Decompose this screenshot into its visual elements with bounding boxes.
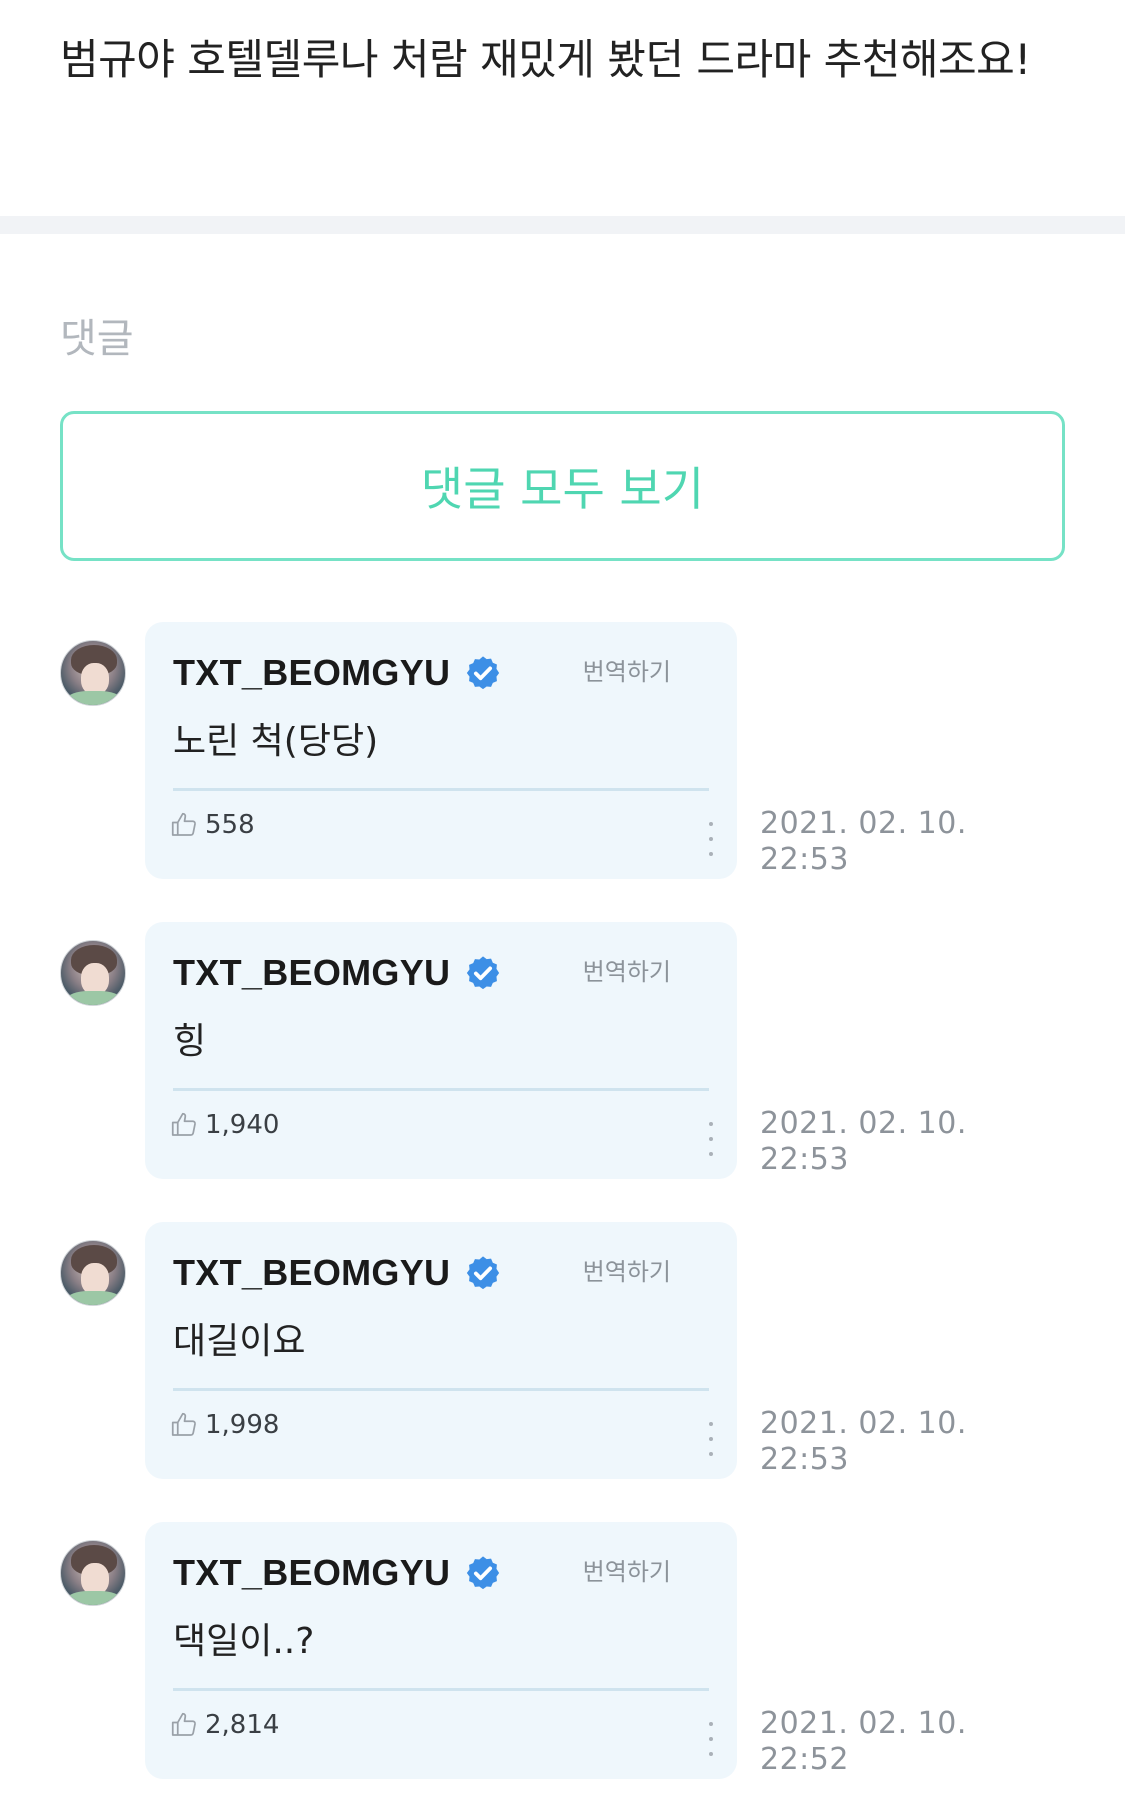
bubble-divider [173,1688,709,1691]
comment-text: 대길이요 [173,1321,306,1362]
comment-text: 댁일이..? [173,1621,315,1662]
section-divider [0,216,1125,234]
thumbs-up-icon [171,1112,196,1136]
view-all-comments-button[interactable]: 댓글 모두 보기 [60,411,1065,561]
like-count: 1,940 [205,1110,280,1140]
comment-timestamp: 2021. 02. 10. 22:53 [760,806,967,878]
comment-date: 2021. 02. 10. [760,1406,967,1441]
thumbs-up-icon [171,812,196,836]
comment-author[interactable]: TXT_BEOMGYU [173,952,502,994]
avatar[interactable] [60,940,126,1006]
thumbs-up-icon [171,1712,196,1736]
comment-author[interactable]: TXT_BEOMGYU [173,1252,502,1294]
comment-date: 2021. 02. 10. [760,1106,967,1141]
comment-timestamp: 2021. 02. 10. 22:52 [760,1706,967,1778]
bubble-divider [173,1088,709,1091]
comment-bubble: TXT_BEOMGYU 번역하기 노린 척(당당) 558 [145,622,737,879]
comments-heading: 댓글 [60,316,134,362]
comment-date: 2021. 02. 10. [760,806,967,841]
verified-badge-icon [467,1256,500,1290]
like-count: 1,998 [205,1410,280,1440]
comment-bubble: TXT_BEOMGYU 번역하기 댁일이..? 2,814 [145,1522,737,1779]
comment-time: 22:53 [760,1142,849,1177]
translate-button[interactable]: 번역하기 [583,1552,671,1587]
comment-time: 22:52 [760,1742,849,1777]
comment-author[interactable]: TXT_BEOMGYU [173,1552,502,1594]
comment-timestamp: 2021. 02. 10. 22:53 [760,1406,967,1478]
comment-text: 힝 [173,1021,207,1062]
bubble-divider [173,1388,709,1391]
like-count: 558 [205,810,255,840]
more-options-icon[interactable] [701,822,721,856]
comment-author[interactable]: TXT_BEOMGYU [173,652,502,694]
comment-time: 22:53 [760,1442,849,1477]
bubble-divider [173,788,709,791]
author-name: TXT_BEOMGYU [173,1552,451,1593]
avatar[interactable] [60,640,126,706]
comment-item: TXT_BEOMGYU 번역하기 힝 1,940 2021. 02. 10. 2… [0,922,1125,1182]
post-text: 범규야 호텔델루나 처람 재밌게 봤던 드라마 추천해조요! [60,35,1031,84]
like-button[interactable]: 1,998 [169,1410,279,1440]
like-button[interactable]: 558 [169,810,255,840]
comment-item: TXT_BEOMGYU 번역하기 대길이요 1,998 2021. 02. 10… [0,1222,1125,1482]
avatar[interactable] [60,1240,126,1306]
more-options-icon[interactable] [701,1722,721,1756]
comment-time: 22:53 [760,842,849,877]
like-button[interactable]: 1,940 [169,1110,279,1140]
comment-bubble: TXT_BEOMGYU 번역하기 대길이요 1,998 [145,1222,737,1479]
translate-button[interactable]: 번역하기 [583,1252,671,1287]
comment-text: 노린 척(당당) [173,721,379,762]
thumbs-up-icon [171,1412,196,1436]
translate-button[interactable]: 번역하기 [583,952,671,987]
verified-badge-icon [467,1556,500,1590]
like-count: 2,814 [205,1710,280,1740]
comment-date: 2021. 02. 10. [760,1706,967,1741]
translate-button[interactable]: 번역하기 [583,652,671,687]
author-name: TXT_BEOMGYU [173,652,451,693]
author-name: TXT_BEOMGYU [173,1252,451,1293]
comment-timestamp: 2021. 02. 10. 22:53 [760,1106,967,1178]
more-options-icon[interactable] [701,1422,721,1456]
comment-item: TXT_BEOMGYU 번역하기 댁일이..? 2,814 2021. 02. … [0,1522,1125,1782]
more-options-icon[interactable] [701,1122,721,1156]
comment-item: TXT_BEOMGYU 번역하기 노린 척(당당) 558 2021. 02. … [0,622,1125,882]
comment-bubble: TXT_BEOMGYU 번역하기 힝 1,940 [145,922,737,1179]
author-name: TXT_BEOMGYU [173,952,451,993]
like-button[interactable]: 2,814 [169,1710,279,1740]
verified-badge-icon [467,656,500,690]
verified-badge-icon [467,956,500,990]
avatar[interactable] [60,1540,126,1606]
